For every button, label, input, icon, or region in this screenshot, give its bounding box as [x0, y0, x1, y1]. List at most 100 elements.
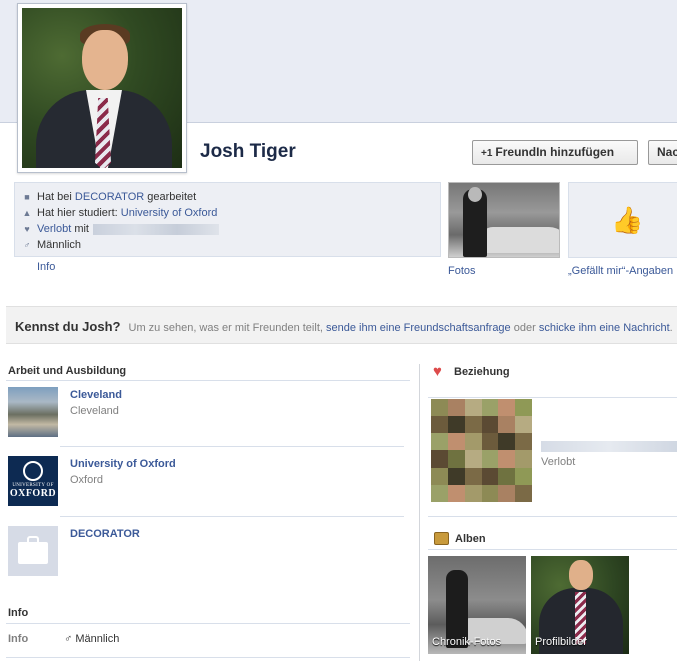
know-user-bar: Kennst du Josh? Um zu sehen, was er mit … — [6, 306, 677, 344]
relationship-status: Verlobt — [541, 456, 576, 468]
mosaic-cell — [481, 433, 499, 451]
oxford-logo[interactable]: UNIVERSITY OF OXFORD — [8, 456, 58, 506]
intro-study-row: ▲ Hat hier studiert: University of Oxfor… — [21, 205, 218, 221]
heart-icon: ♥ — [433, 363, 442, 380]
mosaic-cell — [431, 450, 448, 468]
mosaic-cell — [481, 399, 499, 417]
divider — [6, 657, 410, 658]
column-divider — [419, 364, 420, 661]
intro-work-suffix: gearbeitet — [147, 191, 197, 203]
info-row-value-text: Männlich — [75, 633, 120, 645]
info-row-value: ♂ Männlich — [64, 633, 119, 645]
divider — [428, 516, 677, 517]
mosaic-cell — [447, 416, 465, 434]
briefcase-placeholder-icon[interactable] — [8, 526, 58, 576]
mosaic-cell — [481, 416, 499, 434]
photos-thumbnail[interactable] — [448, 182, 560, 258]
intro-study-prefix: Hat hier studiert: — [37, 207, 118, 219]
likes-link[interactable]: „Gefällt mir“-Angaben — [568, 265, 673, 277]
mosaic-cell — [464, 450, 482, 468]
likes-thumbnail[interactable]: 👍 — [568, 182, 677, 258]
mosaic-cell — [498, 433, 516, 451]
album-profilbilder[interactable]: Profilbilder — [531, 556, 629, 654]
oxford-crest-icon — [23, 461, 43, 481]
album-icon — [434, 532, 449, 545]
mosaic-cell — [447, 399, 465, 417]
mosaic-cell — [431, 467, 448, 485]
thumbs-up-icon: 👍 — [611, 205, 644, 235]
add-friend-button[interactable]: +1 FreundIn hinzufügen — [472, 140, 638, 165]
intro-gender: Männlich — [37, 239, 82, 251]
work-item-title[interactable]: Cleveland — [70, 389, 122, 401]
heart-icon: ♥ — [24, 224, 30, 234]
mosaic-cell — [431, 399, 448, 417]
mosaic-cell — [515, 484, 532, 502]
work-item-detail: Cleveland — [70, 405, 119, 417]
mosaic-cell — [431, 416, 448, 434]
album-caption: Chronik-Fotos — [432, 636, 502, 648]
mosaic-cell — [498, 467, 516, 485]
info-row: Info ♂ Männlich — [8, 633, 408, 645]
mosaic-cell — [447, 467, 465, 485]
mosaic-cell — [464, 467, 482, 485]
mosaic-cell — [447, 484, 465, 502]
profile-name: Josh Tiger — [200, 141, 296, 162]
mosaic-cell — [464, 399, 482, 417]
mosaic-cell — [431, 433, 448, 451]
male-icon: ♂ — [23, 240, 31, 250]
work-item-cleveland: Cleveland Cleveland — [8, 387, 408, 439]
briefcase-icon: ■ — [24, 192, 30, 202]
graduation-cap-icon: ▲ — [22, 208, 32, 218]
work-item-title[interactable]: DECORATOR — [70, 528, 140, 540]
mosaic-cell — [515, 416, 532, 434]
intro-box: ■ Hat bei DECORATOR gearbeitet ▲ Hat hie… — [14, 182, 441, 257]
know-user-end: . — [669, 322, 673, 334]
relationship-partner-photo[interactable] — [431, 399, 532, 502]
intro-work-prefix: Hat bei — [37, 191, 72, 203]
mosaic-cell — [515, 399, 532, 417]
info-section-title: Info — [8, 607, 29, 619]
mosaic-cell — [431, 484, 448, 502]
mosaic-cell — [464, 416, 482, 434]
work-item-decorator: DECORATOR — [8, 526, 408, 578]
relationship-title: Beziehung — [454, 366, 510, 378]
mosaic-cell — [515, 433, 532, 451]
info-row-key: Info — [8, 633, 29, 645]
know-user-heading: Kennst du Josh? — [15, 319, 121, 334]
photos-link[interactable]: Fotos — [448, 265, 476, 277]
info-link[interactable]: Info — [37, 261, 55, 273]
intro-work-link[interactable]: DECORATOR — [75, 191, 144, 203]
send-friend-request-link[interactable]: sende ihm eine Freundschaftsanfrage — [326, 322, 511, 334]
male-icon: ♂ — [64, 633, 76, 645]
add-friend-label: FreundIn hinzufügen — [495, 145, 615, 159]
profile-picture[interactable] — [17, 3, 187, 173]
mosaic-cell — [498, 399, 516, 417]
oxford-logo-line2: OXFORD — [9, 488, 57, 499]
albums-title: Alben — [455, 533, 486, 545]
mosaic-cell — [481, 450, 499, 468]
intro-relationship-link[interactable]: Verlobt — [37, 223, 71, 235]
blurred-partner-name — [541, 441, 677, 452]
message-button[interactable]: Nac — [648, 140, 677, 165]
divider — [428, 549, 677, 550]
work-item-detail: Oxford — [70, 474, 104, 486]
album-chronik-fotos[interactable]: Chronik-Fotos — [428, 556, 526, 654]
send-message-link[interactable]: schicke ihm eine Nachricht — [539, 322, 670, 334]
profile-photo-image — [22, 8, 182, 168]
intro-gender-row: ♂ Männlich — [21, 237, 81, 253]
work-item-title[interactable]: University of Oxford — [70, 458, 176, 470]
divider — [428, 397, 677, 398]
intro-study-link[interactable]: University of Oxford — [121, 207, 218, 219]
work-education-title: Arbeit und Ausbildung — [8, 365, 127, 377]
mosaic-cell — [481, 467, 499, 485]
mosaic-cell — [481, 484, 499, 502]
divider — [6, 623, 410, 624]
know-user-or: oder — [513, 322, 536, 334]
cleveland-logo[interactable] — [8, 387, 58, 437]
divider — [60, 516, 404, 517]
mosaic-cell — [464, 433, 482, 451]
intro-work-row: ■ Hat bei DECORATOR gearbeitet — [21, 189, 196, 205]
mosaic-cell — [498, 484, 516, 502]
mosaic-cell — [515, 467, 532, 485]
divider — [6, 380, 410, 381]
